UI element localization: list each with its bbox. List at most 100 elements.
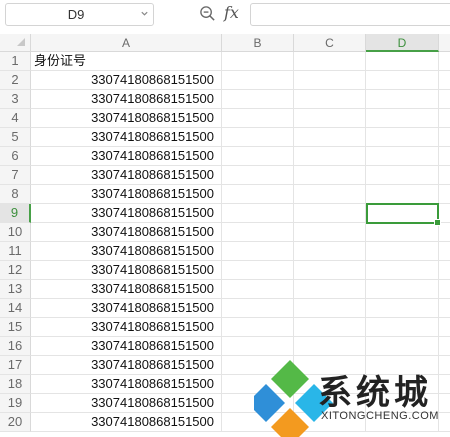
chevron-down-icon[interactable]: [140, 9, 149, 18]
grid-cell[interactable]: [222, 223, 294, 242]
grid-cell[interactable]: [439, 166, 450, 185]
grid-cell[interactable]: [294, 166, 366, 185]
row-header-11[interactable]: 11: [0, 242, 31, 261]
row-header-20[interactable]: 20: [0, 413, 31, 432]
cell-a16[interactable]: 33074180868151500: [31, 337, 222, 356]
grid-cell[interactable]: [294, 109, 366, 128]
cell-a19[interactable]: 33074180868151500: [31, 394, 222, 413]
row-header-12[interactable]: 12: [0, 261, 31, 280]
grid-cell[interactable]: [294, 280, 366, 299]
row-header-10[interactable]: 10: [0, 223, 31, 242]
name-box[interactable]: D9: [5, 3, 154, 26]
cell-a4[interactable]: 33074180868151500: [31, 109, 222, 128]
grid-cell[interactable]: [366, 318, 439, 337]
cell-a10[interactable]: 33074180868151500: [31, 223, 222, 242]
grid-cell[interactable]: [439, 90, 450, 109]
grid-cell[interactable]: [366, 261, 439, 280]
cell-a15[interactable]: 33074180868151500: [31, 318, 222, 337]
grid-cell[interactable]: [222, 52, 294, 71]
grid-cell[interactable]: [294, 299, 366, 318]
grid-cell[interactable]: [294, 128, 366, 147]
grid-cell[interactable]: [294, 90, 366, 109]
cell-a3[interactable]: 33074180868151500: [31, 90, 222, 109]
grid-cell[interactable]: [222, 280, 294, 299]
row-header-13[interactable]: 13: [0, 280, 31, 299]
grid-cell[interactable]: [222, 90, 294, 109]
row-header-9[interactable]: 9: [0, 204, 31, 223]
grid-cell[interactable]: [222, 242, 294, 261]
row-header-16[interactable]: 16: [0, 337, 31, 356]
grid-cell[interactable]: [366, 223, 439, 242]
grid-cell[interactable]: [222, 185, 294, 204]
cell-a8[interactable]: 33074180868151500: [31, 185, 222, 204]
grid-cell[interactable]: [366, 147, 439, 166]
row-header-17[interactable]: 17: [0, 356, 31, 375]
cell-a9[interactable]: 33074180868151500: [31, 204, 222, 223]
grid-cell[interactable]: [366, 109, 439, 128]
grid-cell[interactable]: [222, 204, 294, 223]
cell-a11[interactable]: 33074180868151500: [31, 242, 222, 261]
grid-cell[interactable]: [222, 299, 294, 318]
row-header-3[interactable]: 3: [0, 90, 31, 109]
grid-cell[interactable]: [366, 166, 439, 185]
cell-a17[interactable]: 33074180868151500: [31, 356, 222, 375]
column-header-c[interactable]: C: [294, 34, 366, 52]
column-header-d[interactable]: D: [366, 34, 439, 52]
cell-a12[interactable]: 33074180868151500: [31, 261, 222, 280]
cell-a2[interactable]: 33074180868151500: [31, 71, 222, 90]
grid-cell[interactable]: [294, 242, 366, 261]
grid-cell[interactable]: [222, 147, 294, 166]
grid-cell[interactable]: [222, 109, 294, 128]
grid-cell[interactable]: [294, 52, 366, 71]
grid-cell[interactable]: [439, 71, 450, 90]
row-header-1[interactable]: 1: [0, 52, 31, 71]
row-header-14[interactable]: 14: [0, 299, 31, 318]
row-header-18[interactable]: 18: [0, 375, 31, 394]
grid-cell[interactable]: [439, 185, 450, 204]
grid-cell[interactable]: [366, 242, 439, 261]
fill-handle[interactable]: [434, 219, 441, 226]
grid-cell[interactable]: [294, 223, 366, 242]
row-header-6[interactable]: 6: [0, 147, 31, 166]
column-header[interactable]: [439, 34, 450, 52]
grid-cell[interactable]: [294, 204, 366, 223]
zoom-icon[interactable]: [199, 5, 216, 22]
cell-a5[interactable]: 33074180868151500: [31, 128, 222, 147]
grid-cell[interactable]: [294, 261, 366, 280]
column-header-a[interactable]: A: [31, 34, 222, 52]
grid-cell[interactable]: [439, 299, 450, 318]
grid-cell[interactable]: [439, 242, 450, 261]
grid-cell[interactable]: [294, 71, 366, 90]
cell-a6[interactable]: 33074180868151500: [31, 147, 222, 166]
grid-cell[interactable]: [439, 128, 450, 147]
cell-a13[interactable]: 33074180868151500: [31, 280, 222, 299]
row-header-7[interactable]: 7: [0, 166, 31, 185]
grid-cell[interactable]: [366, 71, 439, 90]
row-header-19[interactable]: 19: [0, 394, 31, 413]
row-header-8[interactable]: 8: [0, 185, 31, 204]
grid-cell[interactable]: [439, 147, 450, 166]
grid-cell[interactable]: [439, 261, 450, 280]
grid-cell[interactable]: [366, 128, 439, 147]
grid-cell[interactable]: [439, 280, 450, 299]
grid-cell[interactable]: [222, 166, 294, 185]
formula-input[interactable]: [250, 3, 450, 26]
grid-cell[interactable]: [439, 318, 450, 337]
fx-icon[interactable]: fx: [224, 3, 244, 23]
cell-a20[interactable]: 33074180868151500: [31, 413, 222, 432]
grid-cell[interactable]: [366, 90, 439, 109]
grid-cell[interactable]: [222, 128, 294, 147]
select-all-corner[interactable]: [0, 34, 31, 52]
grid-cell[interactable]: [366, 337, 439, 356]
grid-cell[interactable]: [366, 185, 439, 204]
cell-a14[interactable]: 33074180868151500: [31, 299, 222, 318]
grid-cell[interactable]: [439, 337, 450, 356]
selected-cell-d9[interactable]: [366, 203, 441, 226]
row-header-15[interactable]: 15: [0, 318, 31, 337]
row-header-5[interactable]: 5: [0, 128, 31, 147]
grid-cell[interactable]: [222, 71, 294, 90]
grid-cell[interactable]: [439, 52, 450, 71]
grid-cell[interactable]: [439, 109, 450, 128]
grid-cell[interactable]: [222, 261, 294, 280]
cell-a7[interactable]: 33074180868151500: [31, 166, 222, 185]
